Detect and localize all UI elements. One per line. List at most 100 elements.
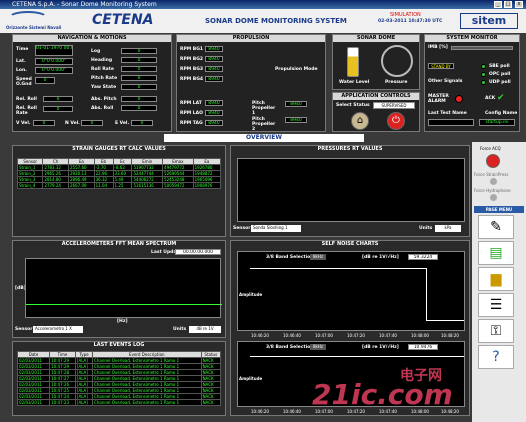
heading-value: 0 xyxy=(121,57,157,63)
header: Orizzonte Sistemi Navali CETENA SONAR DO… xyxy=(0,9,526,33)
rpm-bg4-label: RPM BG4 xyxy=(180,77,204,82)
events-log-panel: LAST EVENTS LOG Date Time Type Event Descri… xyxy=(12,341,226,416)
noise1-x-tick: 10:47:40 xyxy=(379,333,397,338)
page-menu-title: PAGE MENU xyxy=(474,206,524,213)
rpm-bg3-value: 8940 xyxy=(205,66,223,72)
company-name: Orizzonte Sistemi Navali xyxy=(6,25,62,30)
close-button[interactable]: x xyxy=(515,1,523,8)
force-acq-button[interactable] xyxy=(486,154,500,168)
noise2-bw-label: 3/8 Band Selection xyxy=(266,345,314,350)
status-select[interactable]: SUPERVISED xyxy=(373,102,415,109)
table-cell: 11.04 xyxy=(93,182,114,189)
force-hydrophone-label: Force Hydrophone xyxy=(474,188,511,193)
user-lock-icon[interactable]: ⚿ xyxy=(478,319,514,343)
rpm-lat-value: 8940 xyxy=(205,100,223,106)
rpm-lat-label: RPM LAT xyxy=(180,101,202,106)
imb-bar xyxy=(451,46,513,50)
roll-rate-label: Roll Rate xyxy=(91,67,114,72)
accel-units-select[interactable]: dB re 1V xyxy=(189,326,221,333)
self-noise-title: SELF NOISE CHARTS xyxy=(231,241,469,248)
accel-sensor-select[interactable]: Accelerometro 1 X xyxy=(33,326,83,333)
config-name-label: Config Name xyxy=(485,111,518,116)
accelerometers-title: ACCELEROMETERS FFT MEAN SPECTRUM xyxy=(13,241,225,248)
window-title: CETENA S.p.A. - Sonar Dome Monitoring Sy… xyxy=(12,1,157,8)
noise1-bw-select[interactable]: 8kHz xyxy=(310,254,326,260)
tools-icon[interactable]: ✎ xyxy=(478,215,514,239)
home-button[interactable]: ⌂ xyxy=(351,112,369,130)
abs-pitch-value: 0 xyxy=(121,96,157,102)
pressures-graph xyxy=(237,158,465,222)
rpm-bg1-value: 8940 xyxy=(205,46,223,52)
force-hydrophone-button[interactable] xyxy=(490,194,497,201)
noise1-x-tick: 10:47:20 xyxy=(347,333,365,338)
navigation-title: NAVIGATION & MOTIONS xyxy=(13,35,171,42)
yaw-state-label: Yaw State xyxy=(91,85,117,90)
imb-label: IMB [%] xyxy=(428,45,448,50)
document-icon[interactable]: ☰ xyxy=(478,293,514,317)
accel-graph xyxy=(25,258,222,318)
events-table: Date Time Type Event Description Status 02/0… xyxy=(16,351,222,406)
noise2-value: 10.9476 xyxy=(408,344,438,350)
navigation-panel: NAVIGATION & MOTIONS Time 01-01-1970 00:… xyxy=(12,34,172,132)
ack-check-icon[interactable]: ✔ xyxy=(497,93,507,103)
sbe-led xyxy=(481,64,486,69)
window-title-bar: CETENA S.p.A. - Sonar Dome Monitoring Sy… xyxy=(0,0,526,9)
pressure-sensor-label: Sensor xyxy=(233,226,251,231)
chart-icon[interactable]: ▤ xyxy=(478,241,514,265)
overview-tab[interactable]: OVERVIEW xyxy=(164,134,364,142)
pressure-sensor-select[interactable]: Sonda Sloshing 1 xyxy=(251,225,301,232)
rel-roll-rate-label: Rel. Roll Rate xyxy=(16,106,37,116)
noise1-trace-drop xyxy=(426,268,427,320)
n-vel-value: 0 xyxy=(81,120,103,126)
strain-gauges-panel: STRAIN GAUGES RT CALC VALUES Sensor Ch Ea E… xyxy=(12,145,226,237)
propulsion-panel: PROPULSION RPM BG1 8940 RPM BG2 8940 RPM… xyxy=(176,34,326,132)
noise2-bw-select[interactable]: 8kHz xyxy=(310,344,326,350)
pitch-rate-value: 0 xyxy=(121,75,157,81)
yaw-state-value: 0 xyxy=(121,84,157,90)
noise2-y-label: Amplitude xyxy=(239,376,263,381)
self-noise-chart-1: 3/8 Band Selection 8kHz [dB re 1V/√Hz] 5… xyxy=(237,251,465,331)
minimize-button[interactable]: _ xyxy=(494,1,502,8)
rel-roll-value: 0 xyxy=(43,96,73,102)
power-button[interactable]: ⏻ xyxy=(387,112,405,130)
master-alarm-label: MASTER ALARM xyxy=(428,94,449,104)
system-monitor-title: SYSTEM MONITOR xyxy=(425,35,519,42)
rpm-bg4-value: 8940 xyxy=(205,76,223,82)
accel-sensor-label: Sensor xyxy=(15,327,33,332)
help-icon[interactable]: ? xyxy=(478,345,514,369)
table-cell: 2667.09 xyxy=(68,182,95,189)
table-cell: 50059472 xyxy=(162,182,194,189)
table-cell: 02/03/2011 xyxy=(16,399,51,406)
maximize-button[interactable]: □ xyxy=(504,1,512,8)
noise2-x-tick: 10:46:20 xyxy=(251,409,269,414)
pitch-propeller-2-label: Pitch Propeller 2 xyxy=(252,117,276,132)
folder-icon[interactable]: ▆ xyxy=(478,267,514,291)
pitch-propeller-1-value: 8940 xyxy=(285,101,307,107)
rpm-bg3-label: RPM BG3 xyxy=(180,67,204,72)
abs-roll-value: 0 xyxy=(121,105,157,111)
abs-roll-label: Abs. Roll xyxy=(91,106,114,111)
master-alarm-led xyxy=(455,95,463,103)
rel-roll-label: Rel. Roll xyxy=(16,97,37,102)
application-controls-panel: APPLICATION CONTROLS Select Status SUPER… xyxy=(332,92,420,132)
system-monitor-panel: SYSTEM MONITOR IMB [%] STAND BY Other Si… xyxy=(424,34,520,132)
last-test-name-label: Last Test Name xyxy=(428,111,467,116)
noise1-trace-high xyxy=(250,268,426,269)
pitch-propeller-1-label: Pitch Propeller 1 xyxy=(252,101,276,116)
udp-led xyxy=(481,80,486,85)
rpm-lao-value: 8940 xyxy=(205,110,223,116)
log-value: 0 xyxy=(121,48,157,54)
pressure-units-label: Units xyxy=(419,226,433,231)
select-status-label: Select Status xyxy=(336,103,370,108)
pressure-units-select[interactable]: kPa xyxy=(435,225,461,232)
log-label: Log xyxy=(91,49,101,54)
pitch-propeller-2-value: 8940 xyxy=(285,117,307,123)
force-strainpress-button[interactable] xyxy=(490,178,497,185)
lon-value: 0°0'0.000" xyxy=(35,67,73,74)
rpm-lao-label: RPM LAO xyxy=(180,111,203,116)
propulsion-mode-label: Propulsion Mode xyxy=(275,67,318,72)
sbe-poll-label: SBE poll xyxy=(489,64,510,69)
pressures-panel: PRESSURES RT VALUES Sensor Sonda Sloshin… xyxy=(230,145,470,237)
accelerometers-panel: ACCELEROMETERS FFT MEAN SPECTRUM Last Up… xyxy=(12,240,226,338)
sonar-dome-title: SONAR DOME xyxy=(333,35,419,42)
